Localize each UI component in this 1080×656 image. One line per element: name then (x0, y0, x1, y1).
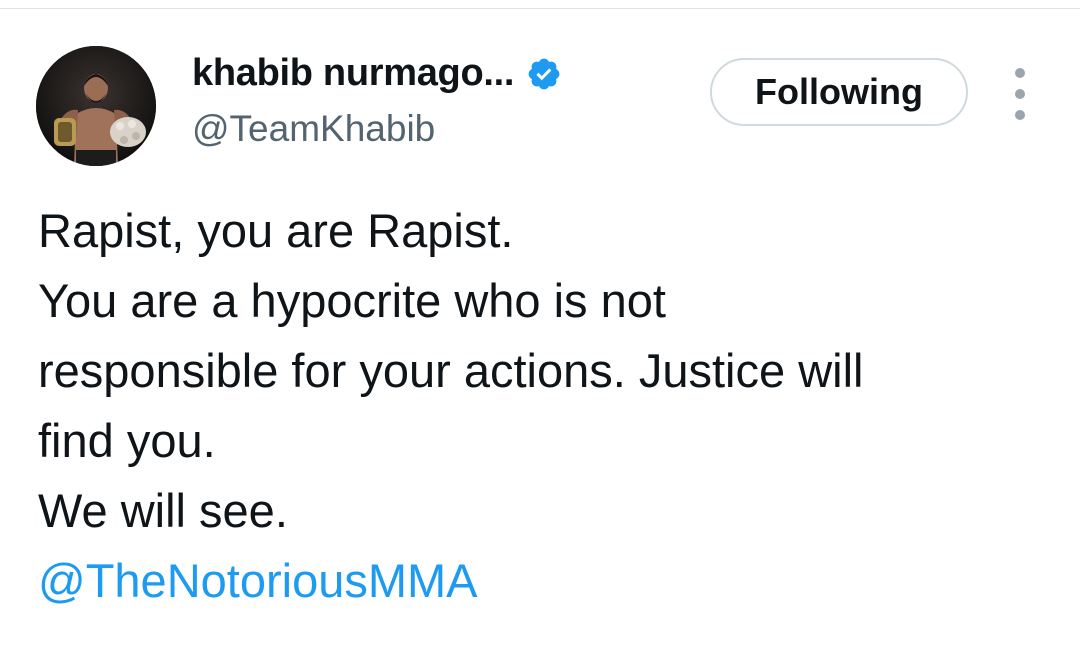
author-name-row: khabib nurmago... (192, 52, 562, 95)
author-display-name[interactable]: khabib nurmago... (192, 52, 514, 95)
more-dot (1015, 89, 1025, 99)
tweet-line: You are a hypocrite who is not (38, 274, 666, 327)
tweet-line: Rapist, you are Rapist. (38, 204, 514, 257)
tweet-line: find you. (38, 414, 216, 467)
avatar[interactable] (36, 46, 156, 166)
mention-link[interactable]: @TheNotoriousMMA (38, 546, 1048, 616)
more-dot (1015, 110, 1025, 120)
tweet-line: We will see. (38, 484, 288, 537)
divider (0, 8, 1080, 9)
tweet-card: khabib nurmago... @TeamKhabib Following … (0, 0, 1080, 656)
more-options-icon[interactable] (1004, 68, 1036, 120)
more-dot (1015, 68, 1025, 78)
tweet-text: Rapist, you are Rapist. You are a hypocr… (38, 196, 1048, 616)
author-handle[interactable]: @TeamKhabib (192, 108, 435, 150)
verified-badge-icon (528, 58, 560, 89)
following-button[interactable]: Following (710, 58, 968, 126)
tweet-line: responsible for your actions. Justice wi… (38, 344, 864, 397)
